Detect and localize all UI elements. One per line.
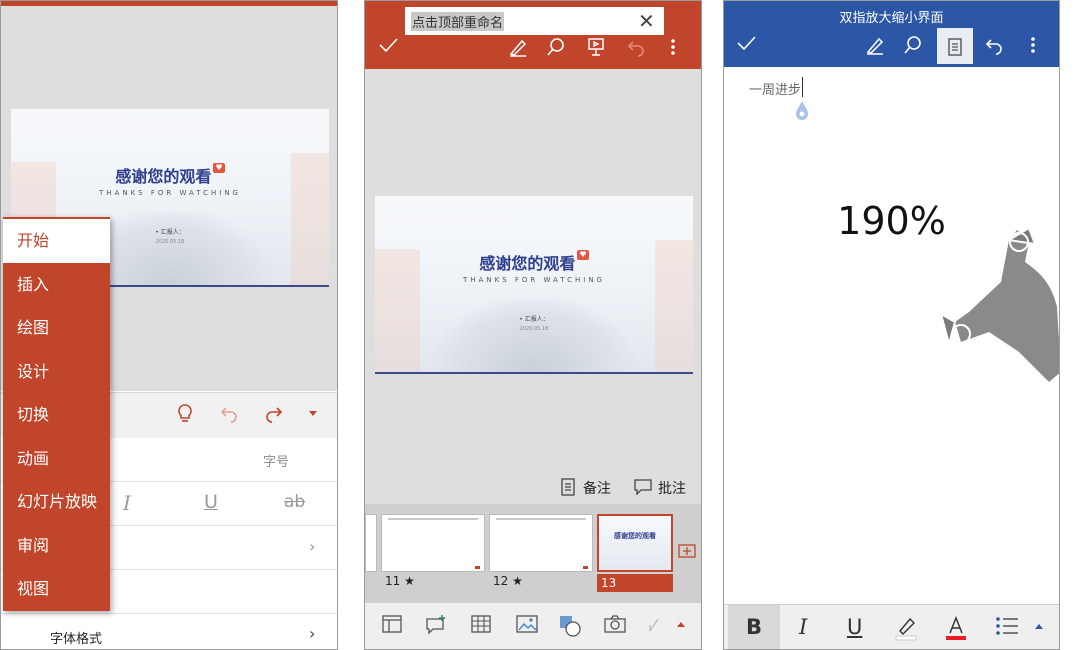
document-text[interactable]: 一周进步 bbox=[749, 79, 801, 98]
close-icon[interactable]: ✕ bbox=[637, 9, 656, 33]
layout-icon[interactable] bbox=[382, 615, 402, 633]
thumbnail-number-selected: 13 bbox=[597, 574, 673, 592]
more-insert-icon[interactable] bbox=[648, 615, 660, 633]
format-toolbar: B I U bbox=[724, 604, 1059, 649]
thumbnail-number: 12 ★ bbox=[493, 574, 523, 588]
check-icon[interactable] bbox=[378, 37, 398, 53]
cursor-handle-icon[interactable] bbox=[794, 99, 810, 123]
heart-icon: ♥ bbox=[213, 163, 225, 173]
search-icon[interactable] bbox=[546, 37, 566, 57]
notes-icon[interactable] bbox=[561, 478, 575, 496]
comments-button[interactable]: 批注 bbox=[658, 478, 686, 498]
redo-icon[interactable] bbox=[264, 403, 284, 423]
comment-icon[interactable] bbox=[634, 479, 652, 495]
menu-item-animations[interactable]: 动画 bbox=[3, 437, 110, 481]
thumbnail-text-line bbox=[496, 518, 586, 520]
menu-item-view[interactable]: 视图 bbox=[3, 567, 110, 611]
undo-icon[interactable] bbox=[219, 403, 239, 423]
slide-title: 感谢您的观看 ♥ bbox=[115, 163, 225, 186]
window-title: 双指放大缩小界面 bbox=[839, 11, 944, 26]
phone-powerpoint-menu: 感谢您的观看 ♥ THANKS FOR WATCHING • 汇报人： 2020.… bbox=[0, 0, 338, 650]
text-cursor bbox=[802, 77, 803, 97]
slide-title: 感谢您的观看 ♥ bbox=[479, 250, 589, 273]
highlight-icon[interactable] bbox=[894, 615, 918, 641]
thumbnail-slide-13[interactable]: 感谢您的观看 bbox=[597, 514, 673, 572]
new-comment-icon[interactable] bbox=[425, 615, 447, 635]
rename-hint-text: 点击顶部重命名 bbox=[411, 12, 505, 31]
slide-canvas[interactable]: 感谢您的观看 ♥ THANKS FOR WATCHING • 汇报人： 2020.… bbox=[365, 69, 701, 469]
font-format-label: 字体格式 bbox=[50, 632, 103, 647]
slide-subtitle: THANKS FOR WATCHING bbox=[463, 276, 605, 284]
tab-menu: 开始 插入 绘图 设计 切换 动画 幻灯片放映 审阅 视图 bbox=[3, 217, 110, 611]
chevron-right-icon: › bbox=[309, 537, 316, 556]
menu-item-insert[interactable]: 插入 bbox=[3, 263, 110, 307]
font-color-icon[interactable] bbox=[944, 615, 968, 641]
thumbnail-partial[interactable] bbox=[365, 514, 377, 572]
rename-input[interactable]: 点击顶部重命名 ✕ bbox=[405, 7, 664, 35]
slide-preview[interactable]: 感谢您的观看 ♥ THANKS FOR WATCHING • 汇报人： 2020.… bbox=[375, 196, 693, 374]
menu-item-home[interactable]: 开始 bbox=[3, 219, 110, 263]
menu-item-review[interactable]: 审阅 bbox=[3, 524, 110, 568]
underline-button[interactable]: U bbox=[204, 491, 218, 513]
more-options-icon[interactable] bbox=[670, 37, 676, 57]
slide-thumbnail-strip: 11 ★ 12 ★ 感谢您的观看 13 bbox=[365, 504, 701, 602]
insert-toolbar bbox=[365, 602, 701, 649]
thumbnail-text-line bbox=[388, 518, 478, 520]
menu-item-slideshow[interactable]: 幻灯片放映 bbox=[3, 480, 110, 524]
thumbnail-marker bbox=[583, 566, 588, 569]
thumbnail-slide-12[interactable] bbox=[489, 514, 593, 572]
app-header: 双指放大缩小界面 bbox=[724, 1, 1059, 67]
heart-icon: ♥ bbox=[577, 250, 589, 260]
menu-item-draw[interactable]: 绘图 bbox=[3, 306, 110, 350]
font-format-row[interactable]: 字体格式 › bbox=[1, 614, 337, 649]
more-options-icon[interactable] bbox=[1030, 35, 1036, 55]
image-icon[interactable] bbox=[516, 615, 538, 633]
notes-button[interactable]: 备注 bbox=[583, 478, 611, 498]
thumbnail-marker bbox=[475, 566, 480, 569]
document-body[interactable]: 一周进步 190% bbox=[724, 67, 1059, 604]
bold-button[interactable]: B bbox=[746, 615, 762, 639]
slide-date: 2020.05.18 bbox=[519, 326, 549, 332]
ribbon-expand-icon[interactable] bbox=[306, 406, 320, 420]
notes-comments-bar: 备注 批注 bbox=[365, 469, 701, 504]
toolbar-expand-icon[interactable] bbox=[1033, 621, 1045, 631]
draw-pen-icon[interactable] bbox=[865, 35, 885, 55]
chevron-right-icon: › bbox=[309, 624, 316, 643]
camera-icon[interactable] bbox=[604, 615, 626, 633]
italic-button[interactable]: I bbox=[123, 491, 131, 515]
thumbnail-slide-11[interactable] bbox=[381, 514, 485, 572]
undo-icon[interactable] bbox=[626, 37, 646, 57]
menu-item-design[interactable]: 设计 bbox=[3, 350, 110, 394]
menu-item-transitions[interactable]: 切换 bbox=[3, 393, 110, 437]
app-header: 点击顶部重命名 ✕ bbox=[365, 1, 701, 69]
undo-icon[interactable] bbox=[984, 35, 1004, 55]
bullet-list-icon[interactable] bbox=[995, 615, 1019, 637]
reading-view-icon[interactable] bbox=[937, 28, 973, 64]
slide-reporter: • 汇报人： bbox=[519, 316, 549, 323]
table-icon[interactable] bbox=[471, 615, 491, 633]
draw-pen-icon[interactable] bbox=[508, 37, 528, 57]
strikethrough-button[interactable]: ab bbox=[284, 492, 305, 512]
pinch-gesture-hand-icon bbox=[939, 222, 1059, 387]
lightbulb-icon[interactable] bbox=[176, 403, 194, 425]
font-size-label: 字号 bbox=[263, 455, 290, 470]
slide-subtitle: THANKS FOR WATCHING bbox=[99, 189, 241, 197]
phone-powerpoint-rename: 点击顶部重命名 ✕ 感谢您的观看 ♥ THANKS FOR WATCHING •… bbox=[364, 0, 702, 650]
italic-button[interactable]: I bbox=[799, 615, 807, 639]
toolbar-expand-icon[interactable] bbox=[675, 619, 687, 629]
slide-background-crowd bbox=[432, 298, 636, 372]
underline-button[interactable]: U bbox=[847, 615, 862, 639]
check-icon[interactable] bbox=[736, 35, 756, 51]
thumbnail-number: 11 ★ bbox=[385, 574, 415, 588]
search-icon[interactable] bbox=[903, 35, 923, 55]
shapes-icon[interactable] bbox=[559, 615, 581, 637]
present-icon[interactable] bbox=[586, 37, 606, 57]
add-slide-icon[interactable] bbox=[678, 544, 696, 558]
phone-word-zoom: 双指放大缩小界面 一周进步 190% B I U bbox=[723, 0, 1060, 650]
thumbnail-title: 感谢您的观看 bbox=[614, 532, 656, 540]
